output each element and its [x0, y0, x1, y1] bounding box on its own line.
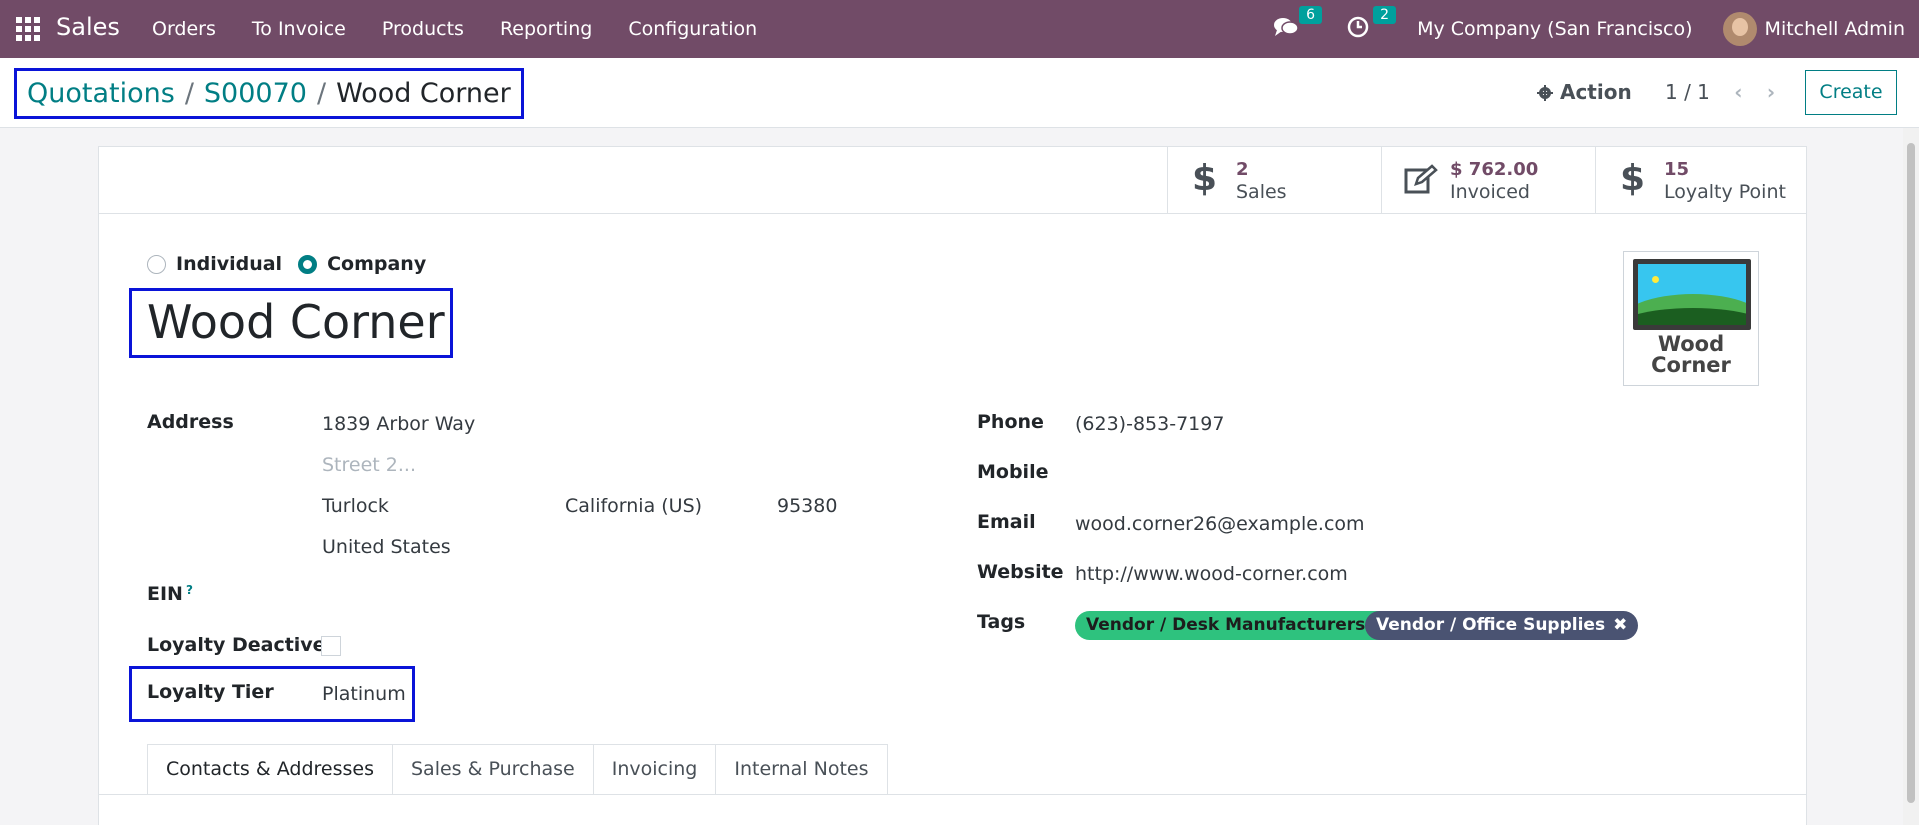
pager-value[interactable]: 1 / 1	[1665, 80, 1710, 104]
loyalty-deactive-label: Loyalty Deactive	[147, 634, 326, 656]
pager: 1 / 1 ‹ ›	[1665, 80, 1775, 104]
menu-item-configuration[interactable]: Configuration	[628, 18, 757, 40]
dollar-icon: $	[1620, 158, 1646, 199]
create-button[interactable]: Create	[1805, 70, 1897, 115]
stat-buttons-bar: $ 2 Sales $ 762.00 Invoiced $ 15 Loyalty…	[99, 147, 1806, 214]
stat-button-loyalty[interactable]: $ 15 Loyalty Point	[1595, 147, 1806, 213]
radio-label: Individual	[176, 253, 283, 275]
breadcrumb-quotations[interactable]: Quotations	[27, 78, 175, 109]
country-field[interactable]: United States	[322, 536, 451, 558]
email-label: Email	[977, 511, 1036, 533]
tab-contacts-addresses[interactable]: Contacts & Addresses	[147, 744, 393, 794]
partner-name[interactable]: Wood Corner	[147, 295, 445, 349]
mobile-label: Mobile	[977, 461, 1049, 483]
chevron-left-icon[interactable]: ‹	[1734, 80, 1742, 104]
menu-item-products[interactable]: Products	[382, 18, 464, 40]
partner-name-highlight: Wood Corner	[129, 288, 453, 358]
street2-field[interactable]: Street 2...	[322, 454, 416, 476]
dollar-icon: $	[1192, 158, 1218, 199]
ein-label: EIN?	[147, 583, 193, 605]
tab-internal-notes[interactable]: Internal Notes	[715, 744, 888, 794]
breadcrumb: Quotations / S00070 / Wood Corner	[14, 68, 524, 119]
gear-icon	[1537, 85, 1553, 101]
messages-menu[interactable]: 6	[1273, 5, 1322, 43]
stat-label: Invoiced	[1450, 181, 1530, 203]
loyalty-tier-label: Loyalty Tier	[147, 681, 274, 703]
stat-label: Sales	[1236, 181, 1287, 203]
partner-logo[interactable]: Wood Corner	[1623, 251, 1759, 386]
stat-label: Loyalty Point	[1664, 181, 1786, 203]
stat-value: $ 762.00	[1450, 159, 1539, 180]
scrollbar-thumb[interactable]	[1907, 143, 1915, 803]
form-sheet: $ 2 Sales $ 762.00 Invoiced $ 15 Loyalty…	[98, 146, 1807, 825]
chevron-right-icon[interactable]: ›	[1767, 80, 1775, 104]
systray: 6 2 My Company (San Francisco) Mitchell …	[1273, 0, 1919, 58]
zip-field[interactable]: 95380	[777, 495, 837, 517]
website-label: Website	[977, 561, 1064, 583]
app-grid-icon[interactable]	[16, 17, 40, 41]
stat-value: 2	[1236, 159, 1249, 180]
stat-button-sales[interactable]: $ 2 Sales	[1167, 147, 1381, 213]
menu-item-reporting[interactable]: Reporting	[500, 18, 592, 40]
scrollbar[interactable]	[1903, 128, 1919, 825]
email-field[interactable]: wood.corner26@example.com	[1075, 513, 1365, 535]
logo-text: Wood Corner	[1651, 332, 1731, 377]
breadcrumb-separator: /	[316, 78, 327, 109]
app-name[interactable]: Sales	[56, 13, 120, 41]
phone-field[interactable]: (623)-853-7197	[1075, 413, 1224, 435]
messages-badge: 6	[1299, 5, 1322, 24]
radio-company[interactable]	[298, 254, 318, 274]
stat-button-invoiced[interactable]: $ 762.00 Invoiced	[1381, 147, 1595, 213]
landscape-image	[1633, 259, 1751, 330]
notebook-tabs: Contacts & Addresses Sales & Purchase In…	[147, 744, 888, 794]
state-field[interactable]: California (US)	[565, 495, 702, 517]
radio-individual[interactable]	[147, 254, 166, 274]
help-icon[interactable]: ?	[186, 583, 193, 597]
user-menu[interactable]: Mitchell Admin	[1765, 18, 1905, 40]
pencil-square-icon	[1404, 164, 1438, 201]
tag-chip[interactable]: Vendor / Office Supplies ✖	[1365, 611, 1639, 640]
action-menu[interactable]: Action	[1537, 80, 1632, 104]
loyalty-deactive-checkbox[interactable]	[321, 636, 341, 656]
main-menu: Orders To Invoice Products Reporting Con…	[152, 18, 757, 40]
breadcrumb-order[interactable]: S00070	[204, 78, 307, 109]
menu-item-to-invoice[interactable]: To Invoice	[252, 18, 346, 40]
tabs-divider	[99, 794, 1806, 795]
phone-label: Phone	[977, 411, 1044, 433]
clock-icon	[1347, 16, 1369, 37]
chat-icon	[1274, 17, 1299, 36]
company-type: Individual Company	[147, 253, 442, 275]
remove-tag-icon[interactable]: ✖	[1613, 615, 1627, 635]
tags-label: Tags	[977, 611, 1026, 633]
breadcrumb-current: Wood Corner	[336, 78, 511, 109]
user-avatar[interactable]	[1722, 12, 1757, 46]
company-switcher[interactable]: My Company (San Francisco)	[1417, 18, 1692, 40]
tag-chip[interactable]: Vendor / Desk Manufacturers✖	[1075, 611, 1399, 640]
control-panel: Quotations / S00070 / Wood Corner Action 1 /…	[0, 58, 1919, 128]
website-field[interactable]: http://www.wood-corner.com	[1075, 563, 1348, 585]
tab-invoicing[interactable]: Invoicing	[592, 744, 717, 794]
radio-label: Company	[327, 253, 427, 275]
stat-value: 15	[1664, 159, 1690, 180]
activities-menu[interactable]: 2	[1347, 5, 1396, 43]
city-field[interactable]: Turlock	[322, 495, 389, 517]
tab-sales-purchase[interactable]: Sales & Purchase	[391, 744, 594, 794]
breadcrumb-separator: /	[184, 78, 194, 109]
street-field[interactable]: 1839 Arbor Way	[322, 413, 475, 435]
address-label: Address	[147, 411, 234, 433]
loyalty-tier-field[interactable]: Platinum	[322, 683, 406, 705]
activities-badge: 2	[1373, 5, 1396, 24]
menu-item-orders[interactable]: Orders	[152, 18, 216, 40]
action-label: Action	[1559, 80, 1632, 104]
loyalty-tier-highlight: Loyalty Tier Platinum	[129, 666, 415, 722]
top-navbar: Sales Orders To Invoice Products Reporti…	[0, 0, 1919, 58]
